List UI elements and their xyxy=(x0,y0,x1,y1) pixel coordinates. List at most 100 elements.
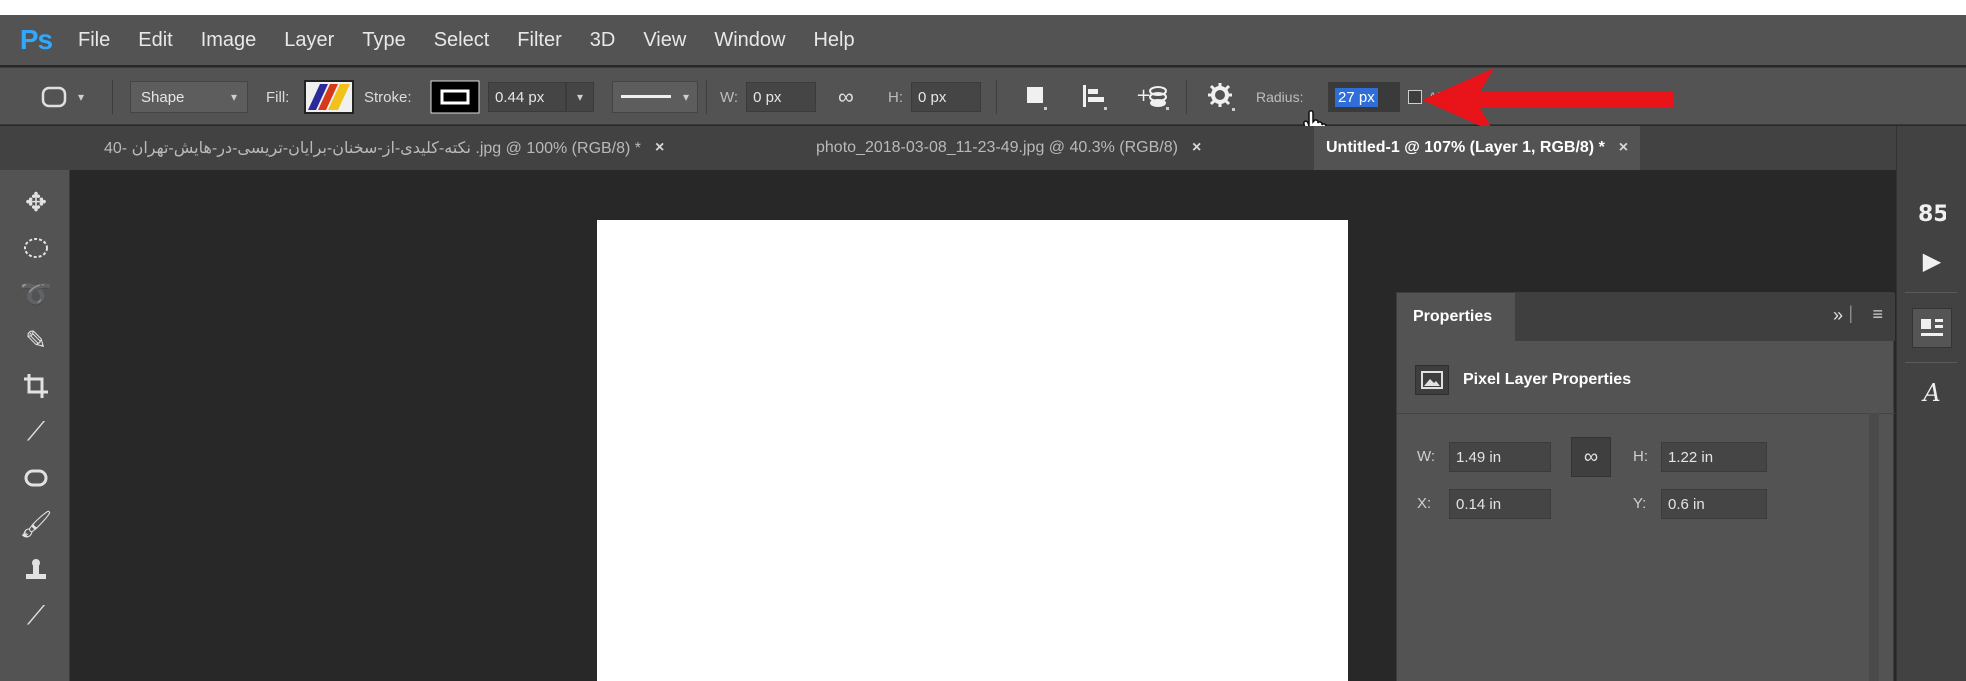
brush-tool[interactable]: 🖌 xyxy=(14,504,58,544)
tool-preset-picker[interactable]: ▾ xyxy=(40,68,84,126)
svg-text:85: 85 xyxy=(1918,202,1946,227)
stroke-label: Stroke: xyxy=(364,88,412,106)
clone-stamp-tool[interactable] xyxy=(14,550,58,590)
history-icon: 85 xyxy=(1918,202,1946,227)
character-panel-button[interactable]: A xyxy=(1915,376,1949,410)
menu-type[interactable]: Type xyxy=(362,29,405,52)
menu-layer[interactable]: Layer xyxy=(284,29,334,52)
width-label: W: xyxy=(720,88,739,106)
divider xyxy=(706,80,707,114)
healing-brush-tool[interactable] xyxy=(14,458,58,498)
bandage-icon xyxy=(24,469,48,487)
link-dimensions-button[interactable]: ∞ xyxy=(1571,437,1611,477)
menu-image[interactable]: Image xyxy=(201,29,257,52)
menu-filter[interactable]: Filter xyxy=(517,29,561,52)
close-icon[interactable]: × xyxy=(1619,139,1628,157)
history-brush-tool[interactable]: ⟋ xyxy=(14,596,58,636)
tools-panel: ✥ ➰ ✎ ⟋ 🖌 ⟋ xyxy=(0,170,70,681)
close-icon[interactable]: × xyxy=(655,139,664,157)
menu-file[interactable]: File xyxy=(78,29,110,52)
crop-icon xyxy=(24,374,48,398)
eyedropper-icon: ⟋ xyxy=(26,416,46,446)
panel-scrollbar[interactable] xyxy=(1869,413,1879,681)
tab-properties[interactable]: Properties xyxy=(1397,293,1515,341)
collapse-panel-icon[interactable]: » xyxy=(1833,305,1843,326)
properties-panel-button[interactable] xyxy=(1912,308,1952,348)
document-tab-bar: 40- نکته-کلیدی-از-سخنان-برایان-تریسی-در-… xyxy=(0,126,1966,170)
height-label: H: xyxy=(1633,448,1648,465)
tab-label: Untitled-1 @ 107% (Layer 1, RGB/8) * xyxy=(1326,139,1605,156)
y-label: Y: xyxy=(1633,495,1647,512)
chevron-down-icon: ▾ xyxy=(682,90,689,104)
tool-mode-value: Shape xyxy=(141,88,185,106)
rounded-rect-tool-icon xyxy=(41,86,67,108)
fill-label: Fill: xyxy=(266,88,290,106)
menu-3d[interactable]: 3D xyxy=(590,29,616,52)
height-input[interactable]: 0 px xyxy=(911,82,981,112)
chevron-down-icon: ▾ xyxy=(230,90,237,104)
link-icon: ∞ xyxy=(838,84,854,109)
radius-label: Radius: xyxy=(1256,89,1304,105)
tool-mode-dropdown[interactable]: Shape ▾ xyxy=(130,81,248,113)
solid-line-icon xyxy=(621,95,671,98)
tab-document-3[interactable]: Untitled-1 @ 107% (Layer 1, RGB/8) * × xyxy=(1314,126,1641,170)
tab-document-2[interactable]: photo_2018-03-08_11-23-49.jpg @ 40.3% (R… xyxy=(804,126,1213,170)
quick-select-icon: ✎ xyxy=(25,324,47,355)
stroke-swatch[interactable] xyxy=(430,68,480,126)
height-label: H: xyxy=(888,88,903,106)
height-input[interactable]: 1.22 in xyxy=(1661,442,1767,472)
path-alignment-button[interactable] xyxy=(1080,68,1110,126)
menu-select[interactable]: Select xyxy=(434,29,490,52)
history-panel-button[interactable]: 85 xyxy=(1915,196,1949,230)
x-label: X: xyxy=(1417,495,1432,512)
x-input[interactable]: 0.14 in xyxy=(1449,489,1551,519)
tab-document-1[interactable]: 40- نکته-کلیدی-از-سخنان-برایان-تریسی-در-… xyxy=(92,126,676,170)
stroke-swatch-icon xyxy=(430,80,480,114)
lasso-tool[interactable]: ➰ xyxy=(14,274,58,314)
marquee-tool[interactable] xyxy=(14,228,58,268)
close-icon[interactable]: × xyxy=(1192,139,1201,157)
properties-panel: Properties » | ≡ Pixel Layer Properties … xyxy=(1396,292,1895,681)
radius-input[interactable]: 27 px xyxy=(1328,82,1400,112)
stroke-width-dropdown[interactable]: ▾ xyxy=(566,82,594,112)
panel-menu-icon[interactable]: ≡ xyxy=(1872,304,1883,325)
document-canvas[interactable] xyxy=(597,220,1348,681)
image-icon xyxy=(1421,371,1443,389)
properties-panel-header: Properties » | ≡ xyxy=(1397,293,1895,341)
link-dimensions-button[interactable]: ∞ xyxy=(838,68,854,126)
eyedropper-tool[interactable]: ⟋ xyxy=(14,412,58,452)
move-tool[interactable]: ✥ xyxy=(14,182,58,222)
move-icon: ✥ xyxy=(25,186,47,217)
width-input[interactable]: 1.49 in xyxy=(1449,442,1551,472)
fill-swatch[interactable] xyxy=(304,68,354,126)
divider xyxy=(112,80,113,114)
ellipse-marquee-icon xyxy=(24,238,48,258)
crop-tool[interactable] xyxy=(14,366,58,406)
header-divider: | xyxy=(1848,303,1853,323)
menu-window[interactable]: Window xyxy=(714,29,785,52)
geometry-options-button[interactable] xyxy=(1206,68,1238,126)
properties-icon xyxy=(1921,319,1943,336)
menu-view[interactable]: View xyxy=(643,29,686,52)
stamp-icon xyxy=(26,559,46,579)
divider xyxy=(1905,292,1957,293)
radius-value: 27 px xyxy=(1335,87,1378,107)
tab-label: 40- نکته-کلیدی-از-سخنان-برایان-تریسی-در-… xyxy=(104,140,642,157)
path-operations-button[interactable] xyxy=(1024,68,1052,126)
stroke-type-dropdown[interactable]: ▾ xyxy=(612,81,698,113)
red-arrow-annotation xyxy=(1422,68,1674,132)
y-input[interactable]: 0.6 in xyxy=(1661,489,1767,519)
pixel-layer-icon xyxy=(1415,365,1449,395)
path-arrangement-button[interactable]: + xyxy=(1136,68,1172,126)
actions-panel-button[interactable]: ▶ xyxy=(1915,244,1949,278)
quick-select-tool[interactable]: ✎ xyxy=(14,320,58,360)
menu-edit[interactable]: Edit xyxy=(138,29,172,52)
stroke-width-input[interactable]: 0.44 px xyxy=(488,82,566,112)
divider xyxy=(996,80,997,114)
properties-title: Pixel Layer Properties xyxy=(1463,371,1632,388)
photoshop-window: Ps File Edit Image Layer Type Select Fil… xyxy=(0,15,1966,681)
menu-help[interactable]: Help xyxy=(813,29,854,52)
width-input[interactable]: 0 px xyxy=(746,82,817,112)
options-bar: ▾ Shape ▾ Fill: Stroke: 0.44 px ▾ ▾ W: 0… xyxy=(0,67,1966,140)
play-icon: ▶ xyxy=(1922,247,1942,275)
